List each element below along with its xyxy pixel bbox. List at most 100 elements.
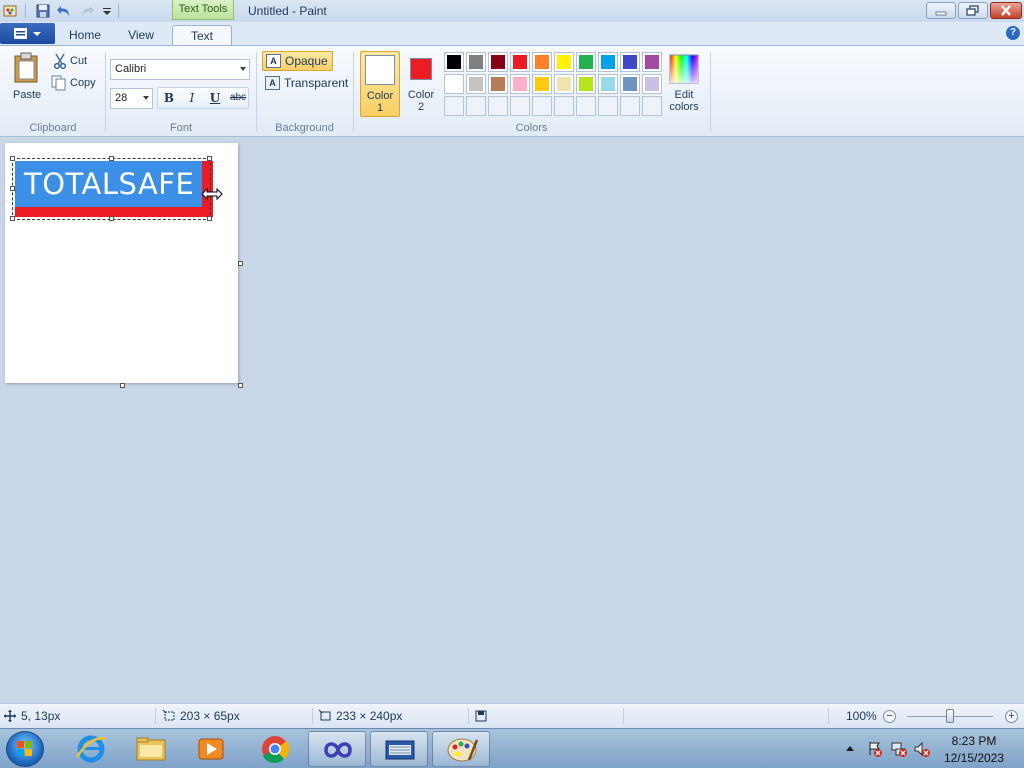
selection-handle[interactable]: [10, 216, 15, 221]
color-2-button[interactable]: Color 2: [403, 51, 439, 117]
help-icon[interactable]: ?: [1006, 26, 1020, 40]
minimize-button[interactable]: [926, 2, 956, 19]
palette-color-swatch[interactable]: [554, 52, 574, 72]
cursor-position: 5, 13px: [21, 709, 61, 723]
media-player-taskbar-button[interactable]: [182, 731, 240, 767]
clock-time[interactable]: 8:23 PM: [944, 734, 1004, 748]
selection-handle[interactable]: [109, 216, 114, 221]
zoom-out-button[interactable]: −: [883, 710, 896, 723]
palette-color-swatch[interactable]: [466, 74, 486, 94]
file-explorer-taskbar-button[interactable]: [122, 731, 180, 767]
palette-color-swatch[interactable]: [576, 52, 596, 72]
transparent-label: Transparent: [284, 76, 349, 90]
canvas-resize-handle[interactable]: [120, 383, 125, 388]
palette-color-swatch[interactable]: [444, 52, 464, 72]
restore-button[interactable]: [958, 2, 988, 19]
infinity-app-icon: [324, 742, 352, 758]
paste-button[interactable]: Paste: [7, 52, 47, 107]
drawing-canvas[interactable]: TOTALSAFE: [5, 143, 238, 383]
palette-color-swatch[interactable]: [642, 74, 662, 94]
palette-color-swatch[interactable]: [532, 74, 552, 94]
cut-button[interactable]: Cut: [51, 53, 101, 71]
title-bar: Text Tools Untitled - Paint: [0, 0, 1024, 22]
paint-menu-button[interactable]: [0, 23, 55, 44]
palette-color-swatch[interactable]: [444, 74, 464, 94]
palette-color-fill: [513, 55, 527, 69]
palette-custom-slot[interactable]: [466, 96, 486, 116]
selection-handle[interactable]: [207, 216, 212, 221]
palette-color-fill: [535, 77, 549, 91]
network-icon[interactable]: [890, 740, 908, 758]
palette-color-fill: [601, 55, 615, 69]
customize-qat-icon[interactable]: [99, 3, 115, 19]
file-size-icon: [475, 710, 487, 722]
status-separator: [623, 708, 624, 724]
undo-icon[interactable]: [56, 3, 72, 19]
selection-handle[interactable]: [10, 186, 15, 191]
selection-handle[interactable]: [109, 156, 114, 161]
palette-color-swatch[interactable]: [510, 74, 530, 94]
start-button[interactable]: [6, 731, 44, 767]
internet-explorer-taskbar-button[interactable]: [62, 731, 120, 767]
app-taskbar-button[interactable]: [308, 731, 366, 767]
palette-color-swatch[interactable]: [466, 52, 486, 72]
bold-button[interactable]: B: [158, 88, 180, 108]
paint-app-icon[interactable]: [3, 3, 19, 19]
transparent-option[interactable]: A Transparent: [262, 74, 352, 94]
underline-button[interactable]: U: [204, 88, 226, 108]
action-center-icon[interactable]: [866, 740, 884, 758]
selection-handle[interactable]: [207, 156, 212, 161]
palette-color-swatch[interactable]: [532, 52, 552, 72]
close-button[interactable]: [990, 2, 1022, 19]
palette-color-swatch[interactable]: [598, 74, 618, 94]
volume-muted-icon[interactable]: [913, 740, 931, 758]
selection-handle[interactable]: [10, 156, 15, 161]
canvas-resize-handle[interactable]: [238, 261, 243, 266]
palette-color-swatch[interactable]: [488, 52, 508, 72]
paint-taskbar-button[interactable]: [432, 731, 490, 767]
palette-custom-slot[interactable]: [598, 96, 618, 116]
strikethrough-button[interactable]: abc: [227, 88, 249, 108]
chrome-taskbar-button[interactable]: [246, 731, 304, 767]
palette-custom-slot[interactable]: [510, 96, 530, 116]
opaque-option[interactable]: A Opaque: [262, 51, 333, 71]
zoom-in-button[interactable]: +: [1005, 710, 1018, 723]
palette-custom-slot[interactable]: [642, 96, 662, 116]
copy-icon: [51, 75, 66, 91]
palette-custom-slot[interactable]: [444, 96, 464, 116]
palette-custom-slot[interactable]: [576, 96, 596, 116]
color-1-button[interactable]: Color 1: [360, 51, 400, 117]
edit-colors-button[interactable]: Edit colors: [665, 52, 703, 118]
palette-color-swatch[interactable]: [598, 52, 618, 72]
save-icon[interactable]: [35, 3, 51, 19]
clock-date[interactable]: 12/15/2023: [942, 751, 1006, 765]
palette-color-swatch[interactable]: [510, 52, 530, 72]
paste-icon: [14, 52, 38, 83]
font-size-select[interactable]: 28: [110, 88, 153, 109]
tab-text[interactable]: Text: [172, 25, 232, 46]
tab-view[interactable]: View: [115, 25, 167, 46]
palette-custom-slot[interactable]: [620, 96, 640, 116]
palette-color-swatch[interactable]: [620, 52, 640, 72]
on-screen-keyboard-taskbar-button[interactable]: [370, 731, 428, 767]
palette-color-swatch[interactable]: [642, 52, 662, 72]
font-family-select[interactable]: Calibri: [110, 59, 250, 80]
redo-icon[interactable]: [79, 3, 95, 19]
copy-button[interactable]: Copy: [51, 75, 101, 93]
tab-home[interactable]: Home: [60, 25, 110, 46]
palette-color-swatch[interactable]: [488, 74, 508, 94]
zoom-slider-thumb[interactable]: [946, 709, 954, 723]
italic-button[interactable]: I: [181, 88, 203, 108]
palette-color-swatch[interactable]: [620, 74, 640, 94]
palette-color-swatch[interactable]: [554, 74, 574, 94]
palette-custom-slot[interactable]: [554, 96, 574, 116]
palette-color-fill: [447, 55, 461, 69]
palette-custom-slot[interactable]: [532, 96, 552, 116]
paint-palette-icon: [447, 738, 479, 762]
palette-color-swatch[interactable]: [576, 74, 596, 94]
show-hidden-icons-icon[interactable]: [844, 743, 856, 753]
palette-color-fill: [491, 55, 505, 69]
qat-divider: [118, 4, 119, 18]
palette-custom-slot[interactable]: [488, 96, 508, 116]
canvas-resize-handle[interactable]: [238, 383, 243, 388]
